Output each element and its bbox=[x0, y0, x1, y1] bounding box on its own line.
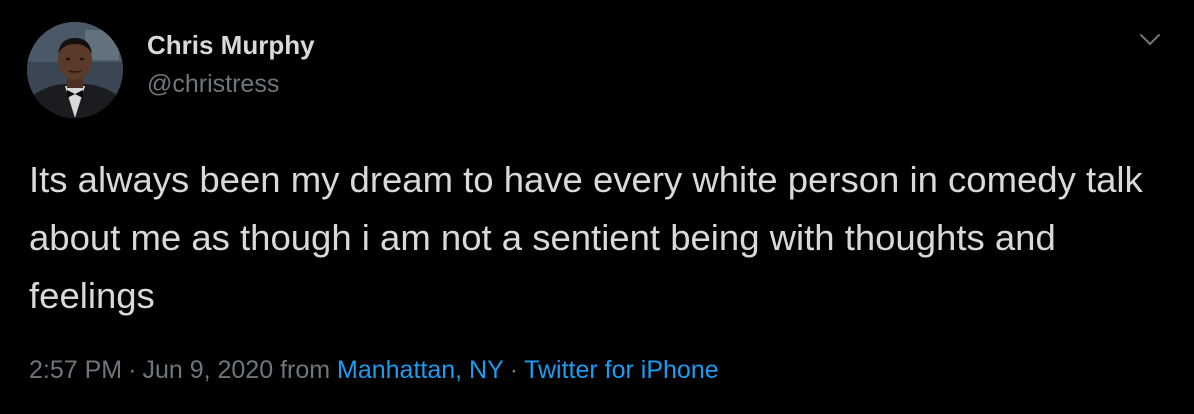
source-link[interactable]: Twitter for iPhone bbox=[524, 356, 719, 384]
tweet-metadata: 2:57 PM · Jun 9, 2020 from Manhattan, NY · T… bbox=[29, 356, 719, 385]
author-handle[interactable]: @christress bbox=[147, 70, 279, 99]
tweet-card: Chris Murphy @christress Its always been… bbox=[0, 0, 1194, 414]
author-name[interactable]: Chris Murphy bbox=[147, 30, 315, 61]
chevron-down-icon[interactable] bbox=[1138, 32, 1162, 48]
avatar-image bbox=[27, 22, 123, 118]
tweet-date[interactable]: Jun 9, 2020 bbox=[142, 356, 273, 384]
meta-separator: · bbox=[128, 356, 137, 384]
tweet-time[interactable]: 2:57 PM bbox=[29, 356, 122, 384]
location-link[interactable]: Manhattan, NY bbox=[337, 356, 504, 384]
tweet-text: Its always been my dream to have every w… bbox=[29, 159, 1143, 316]
from-label: from bbox=[280, 356, 331, 384]
avatar[interactable] bbox=[27, 22, 123, 118]
meta-separator: · bbox=[509, 356, 519, 384]
